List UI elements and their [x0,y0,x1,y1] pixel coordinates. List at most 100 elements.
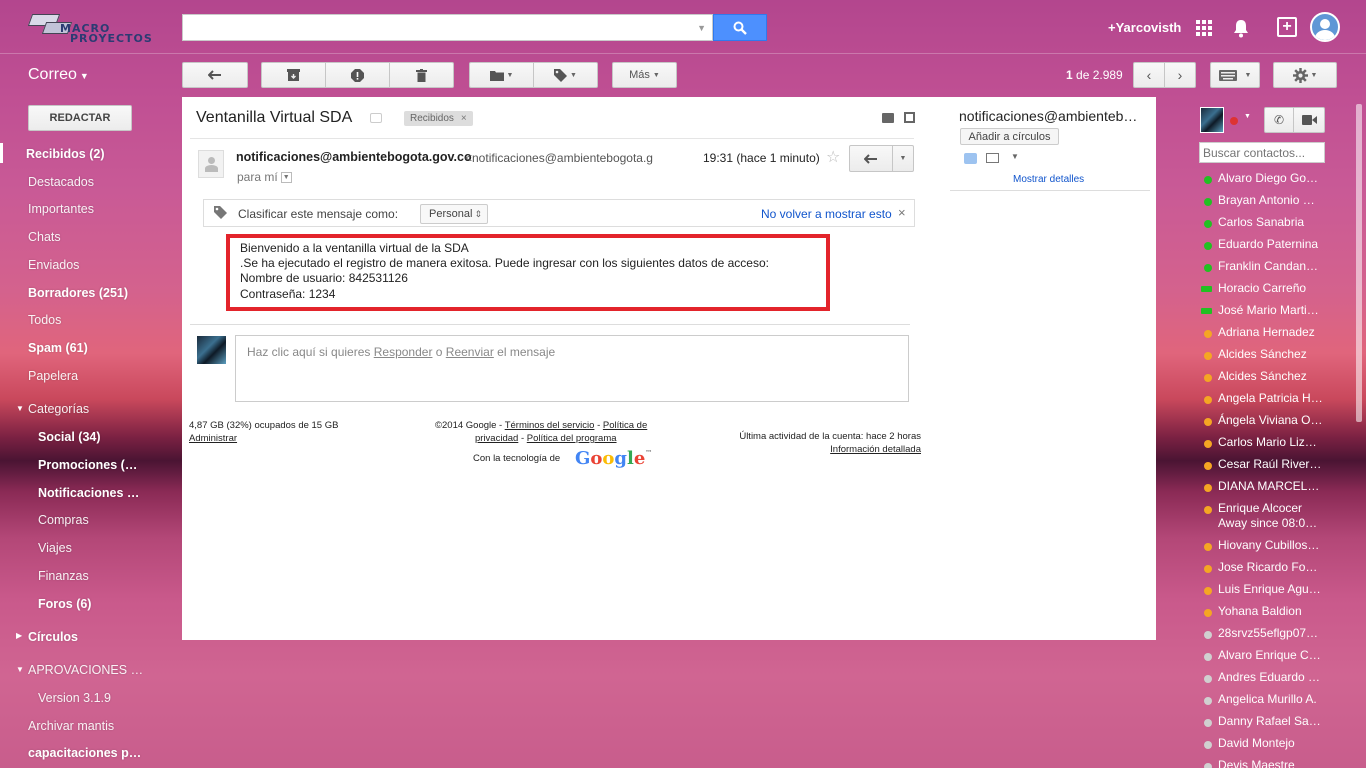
chevron-down-icon[interactable]: ▼ [1011,152,1019,161]
report-spam-button[interactable] [325,62,390,88]
label-tag-icon [214,206,227,222]
chevron-down-icon[interactable]: ▼ [1244,113,1251,120]
show-details-link[interactable]: Mostrar detalles [1013,174,1084,185]
print-icon[interactable] [882,113,894,123]
add-to-circles-button[interactable]: Añadir a círculos [960,128,1059,145]
chat-contact-name: Enrique Alcocer [1218,501,1303,515]
labels-button[interactable]: ▼ [533,62,598,88]
apps-grid-icon[interactable] [1196,20,1212,36]
presence-status-icon [1204,484,1212,492]
nav-item-shopping[interactable]: Compras [38,513,89,527]
show-details-icon[interactable]: ▼ [280,172,292,184]
user-profile-link[interactable]: +Yarcovisth [1108,20,1181,35]
chat-contact-name: Eduardo Paternina [1218,237,1319,251]
more-message-actions-button[interactable]: ▼ [892,145,914,172]
nav-item-finance[interactable]: Finanzas [38,569,89,583]
terms-link[interactable]: Términos del servicio [505,420,595,431]
star-icon[interactable]: ☆ [826,147,840,167]
chat-self-avatar[interactable] [1200,107,1224,133]
activity-details-link[interactable]: Información detallada [830,444,921,455]
close-icon[interactable]: × [898,205,906,220]
presence-status-icon [1204,763,1212,768]
input-tools-button[interactable]: ▼ [1210,62,1260,88]
share-plus-icon[interactable]: + [1277,17,1297,37]
settings-button[interactable]: ▼ [1273,62,1337,88]
move-to-button[interactable]: ▼ [469,62,534,88]
importance-marker-icon[interactable] [370,113,382,123]
nav-item-version[interactable]: Version 3.1.9 [38,691,111,705]
classify-select-value: Personal [429,208,473,220]
reply-button[interactable] [849,145,893,172]
compose-button[interactable]: REDACTAR [28,105,132,131]
search-button[interactable] [713,14,767,41]
expand-right-icon[interactable]: ▶ [16,631,22,640]
message-view: Ventanilla Virtual SDA Recibidos × notifi… [182,97,1156,640]
nav-item-archivar-mantis[interactable]: Archivar mantis [28,719,114,733]
forward-link[interactable]: Reenviar [446,345,494,359]
chat-contact-name: Ángela Viviana O… [1218,413,1323,427]
nav-item-starred[interactable]: Destacados [28,175,94,189]
chevron-down-icon: ▼ [570,71,577,79]
chat-contact-name: Brayan Antonio G… [1218,193,1324,207]
search-options-icon[interactable]: ▼ [697,23,706,33]
older-button[interactable]: › [1164,62,1196,88]
nav-item-promotions[interactable]: Promociones (… [38,458,137,472]
recipients[interactable]: para mí ▼ [237,170,292,184]
nav-item-forums[interactable]: Foros (6) [38,597,91,611]
nav-item-travel[interactable]: Viajes [38,541,72,555]
chat-contact-name: Angelica Murillo A. [1218,692,1317,706]
nav-item-notifications[interactable]: Notificaciones … [38,486,139,500]
nav-item-social[interactable]: Social (34) [38,430,101,444]
nav-item-capacitaciones[interactable]: capacitaciones p… [28,746,141,760]
nav-item-drafts[interactable]: Borradores (251) [28,286,128,300]
program-policy-link[interactable]: Política del programa [527,433,617,444]
open-new-window-icon[interactable] [904,112,915,123]
nav-item-aprovaciones[interactable]: APROVACIONES … [28,663,143,677]
mail-icon[interactable] [986,153,999,163]
presence-status-icon [1201,286,1212,292]
nav-item-spam[interactable]: Spam (61) [28,341,88,355]
account-avatar[interactable] [1310,12,1340,42]
chat-contact-name: Hiovany Cubillos… [1218,538,1320,552]
chevron-down-icon: ▼ [79,71,89,81]
nav-item-all-mail[interactable]: Todos [28,313,61,327]
chat-scrollbar[interactable] [1356,104,1362,422]
back-button[interactable] [182,62,248,88]
call-button[interactable]: ✆ [1264,107,1294,133]
nav-item-chats[interactable]: Chats [28,230,61,244]
nav-item-circles[interactable]: Círculos [28,630,78,644]
newer-button[interactable]: ‹ [1133,62,1165,88]
search-input[interactable]: ▼ [182,14,713,41]
nav-item-categories[interactable]: Categorías [28,402,89,416]
more-actions-button[interactable]: Más ▼ [612,62,677,88]
hangout-icon[interactable] [964,153,977,164]
nav-item-important[interactable]: Importantes [28,202,94,216]
delete-button[interactable] [389,62,454,88]
sender-name[interactable]: notificaciones@ambientebogota.gov.co [236,150,472,164]
chat-contact-name: Adriana Hernadez [1218,325,1315,339]
expand-down-icon[interactable]: ▼ [16,404,24,413]
expand-down-icon[interactable]: ▼ [16,665,24,674]
mail-app-switcher[interactable]: Correo ▼ [28,66,89,84]
reply-link[interactable]: Responder [374,345,433,359]
video-call-button[interactable] [1293,107,1325,133]
close-icon[interactable]: × [461,113,467,124]
privacy-link-part1[interactable]: Política de [603,420,647,431]
classify-select[interactable]: Personal ⇕ [420,204,488,224]
nav-item-sent[interactable]: Enviados [28,258,79,272]
nav-item-inbox[interactable]: Recibidos (2) [26,147,105,161]
quick-reply-prompt: Haz clic aquí si quieres Responder o Ree… [247,345,556,359]
chevron-down-icon: ▼ [1310,71,1318,79]
label-chip[interactable]: Recibidos × [404,111,473,126]
archive-button[interactable] [261,62,326,88]
chat-contact-name: Jose Ricardo Fo… [1218,560,1318,574]
classify-dismiss-link[interactable]: No volver a mostrar esto [761,207,892,221]
manage-storage-link[interactable]: Administrar [189,433,237,444]
app-logo[interactable]: MACRO PROYECTOS [24,8,164,48]
contact-search-input[interactable] [1199,142,1325,163]
quick-reply-box[interactable]: Haz clic aquí si quieres Responder o Ree… [235,335,909,402]
chevron-down-icon: ▼ [1244,71,1252,79]
nav-item-trash[interactable]: Papelera [28,369,78,383]
notifications-bell-icon[interactable] [1232,18,1250,38]
privacy-link-part2[interactable]: privacidad [475,433,518,444]
